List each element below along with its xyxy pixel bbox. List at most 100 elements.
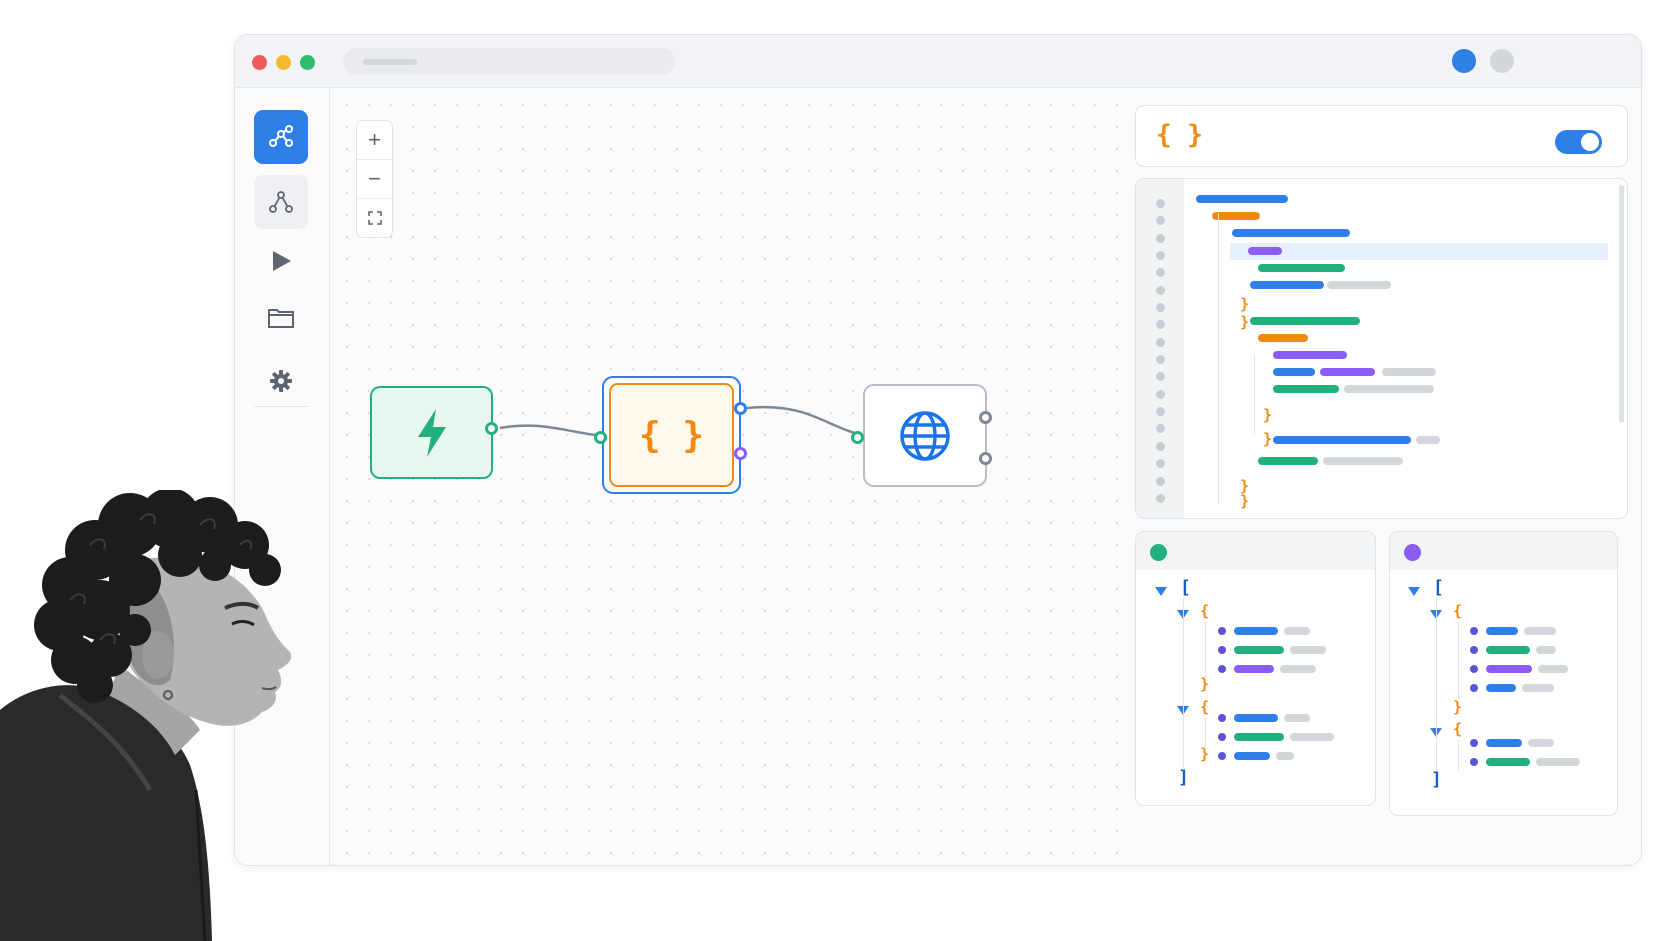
json-value xyxy=(1234,733,1284,741)
sidebar-item-workflows[interactable] xyxy=(254,110,308,164)
inspector-header: { } xyxy=(1135,105,1628,167)
line-marker xyxy=(1156,355,1165,364)
input-status-dot xyxy=(1150,544,1167,561)
lightning-icon xyxy=(417,408,446,457)
json-key-dot xyxy=(1218,627,1226,635)
line-marker xyxy=(1156,251,1165,260)
indent-guide xyxy=(1218,213,1219,503)
indent-guide xyxy=(1436,598,1437,770)
code-line xyxy=(1273,368,1315,376)
json-value xyxy=(1234,714,1278,722)
json-key-dot xyxy=(1218,646,1226,654)
sidebar-item-run[interactable] xyxy=(254,234,308,288)
json-value xyxy=(1486,665,1532,673)
line-marker xyxy=(1156,338,1165,347)
code-line xyxy=(1258,334,1308,342)
indent-guide xyxy=(1458,622,1459,700)
code-line xyxy=(1344,385,1434,393)
code-brace: } xyxy=(1263,406,1273,424)
code-line xyxy=(1196,195,1288,203)
workflow-canvas[interactable]: + − { } xyxy=(330,88,1118,865)
code-line xyxy=(1232,229,1350,237)
line-marker xyxy=(1156,477,1165,486)
json-brace: { xyxy=(1200,602,1210,620)
indent-guide xyxy=(1458,740,1459,770)
json-value xyxy=(1524,627,1556,635)
json-bracket: [ xyxy=(1180,577,1191,598)
json-bracket: ] xyxy=(1431,769,1442,790)
workflow-icon xyxy=(269,125,293,147)
address-bar[interactable] xyxy=(343,48,675,75)
json-brace: { xyxy=(1200,698,1210,716)
code-scrollbar[interactable] xyxy=(1619,185,1624,423)
input-preview-header xyxy=(1136,532,1375,570)
close-window-button[interactable] xyxy=(252,55,267,70)
address-placeholder xyxy=(363,59,417,65)
collapse-toggle[interactable] xyxy=(1408,587,1420,596)
json-bracket: ] xyxy=(1178,767,1189,788)
http-request-node[interactable] xyxy=(863,384,987,487)
json-brace: { xyxy=(1453,720,1463,738)
output-preview-header xyxy=(1390,532,1617,570)
code-line xyxy=(1323,457,1403,465)
code-line xyxy=(1273,385,1339,393)
json-value xyxy=(1486,627,1518,635)
json-value xyxy=(1276,752,1294,760)
json-value xyxy=(1486,758,1530,766)
sidebar-item-files[interactable] xyxy=(254,291,308,345)
sidebar-item-settings[interactable] xyxy=(254,354,308,408)
minimize-window-button[interactable] xyxy=(276,55,291,70)
json-key-dot xyxy=(1470,758,1478,766)
zoom-in-icon: + xyxy=(368,127,381,152)
http-output-port-2[interactable] xyxy=(979,452,992,465)
code-line xyxy=(1250,281,1324,289)
zoom-out-icon: − xyxy=(368,166,381,191)
transform-node[interactable]: { } xyxy=(602,376,741,494)
transform-output-port-error[interactable] xyxy=(734,447,747,460)
transform-node-inner: { } xyxy=(609,383,734,487)
code-line xyxy=(1327,281,1391,289)
http-output-port-1[interactable] xyxy=(979,411,992,424)
maximize-window-button[interactable] xyxy=(300,55,315,70)
zoom-out-button[interactable]: − xyxy=(357,160,392,199)
zoom-controls: + − xyxy=(356,120,393,238)
code-line xyxy=(1382,368,1436,376)
user-avatar[interactable] xyxy=(1452,49,1476,73)
json-brace: { xyxy=(1453,602,1463,620)
collapse-toggle[interactable] xyxy=(1155,587,1167,596)
json-value xyxy=(1290,733,1334,741)
json-key-dot xyxy=(1470,646,1478,654)
json-value xyxy=(1522,684,1554,692)
inspector-panel: { } } } } } } } [ { } {}] [{} {] xyxy=(1119,88,1641,865)
json-brace: } xyxy=(1453,698,1463,716)
person-photo xyxy=(0,490,292,941)
fit-view-icon xyxy=(367,211,382,225)
json-value xyxy=(1234,646,1284,654)
line-marker xyxy=(1156,216,1165,225)
trigger-node[interactable] xyxy=(370,386,493,479)
output-preview-panel[interactable]: [ { } { ] xyxy=(1389,531,1618,816)
fit-view-button[interactable] xyxy=(357,199,392,237)
braces-icon: { } xyxy=(638,414,705,456)
sidebar-item-nodes[interactable] xyxy=(254,175,308,229)
http-input-port[interactable] xyxy=(851,431,864,444)
line-marker xyxy=(1156,459,1165,468)
line-marker xyxy=(1156,442,1165,451)
code-editor[interactable]: } } } } } } xyxy=(1135,178,1628,519)
code-line xyxy=(1250,317,1360,325)
line-marker xyxy=(1156,372,1165,381)
indent-guide xyxy=(1183,598,1184,768)
line-marker xyxy=(1156,286,1165,295)
globe-icon xyxy=(900,410,950,461)
secondary-avatar[interactable] xyxy=(1490,49,1514,73)
input-preview-panel[interactable]: [ { } { } ] xyxy=(1135,531,1376,806)
trigger-output-port[interactable] xyxy=(485,422,498,435)
json-key-dot xyxy=(1218,752,1226,760)
code-line xyxy=(1212,212,1260,220)
line-marker xyxy=(1156,320,1165,329)
transform-input-port[interactable] xyxy=(594,431,607,444)
enable-toggle[interactable] xyxy=(1555,130,1602,154)
transform-output-port-success[interactable] xyxy=(734,402,747,415)
json-value xyxy=(1486,739,1522,747)
zoom-in-button[interactable]: + xyxy=(357,121,392,160)
